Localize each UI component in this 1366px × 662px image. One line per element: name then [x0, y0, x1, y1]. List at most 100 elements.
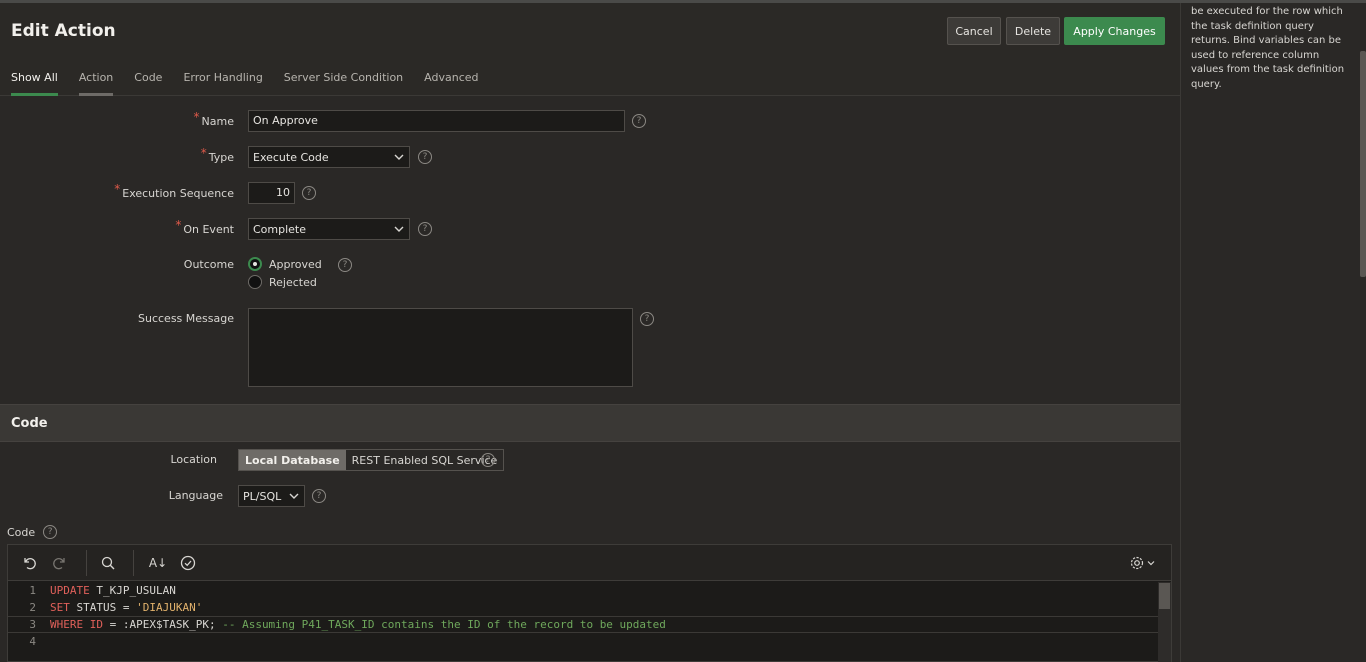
- tab-label: Server Side Condition: [283, 71, 404, 84]
- page-title: Edit Action: [11, 21, 116, 41]
- tab-server-side-condition[interactable]: Server Side Condition: [284, 71, 403, 96]
- radio-button[interactable]: [248, 275, 262, 289]
- on-event-label-text: On Event: [183, 223, 234, 236]
- outcome-label: Outcome: [183, 258, 234, 271]
- tab-action[interactable]: Action: [78, 71, 114, 96]
- required-marker: *: [193, 110, 200, 124]
- edit-action-dialog: Edit Action Cancel Delete Apply Changes …: [0, 3, 1180, 662]
- scrollbar-thumb[interactable]: [1159, 583, 1170, 609]
- success-message-label: Success Message: [138, 312, 234, 325]
- code-editor-toolbar: A↓: [8, 545, 1171, 581]
- location-rest-enabled-option[interactable]: REST Enabled SQL Service: [345, 450, 504, 470]
- help-icon[interactable]: ?: [632, 114, 646, 128]
- location-label: Location: [170, 453, 217, 466]
- code-keyword: WHERE ID: [50, 618, 103, 631]
- on-event-select-value: Complete: [253, 222, 307, 236]
- code-editor-label: Code ?: [7, 525, 58, 539]
- outcome-approved-label: Approved: [269, 257, 322, 271]
- tab-label: Code: [134, 71, 163, 84]
- help-panel: be executed for the row which the task d…: [1180, 3, 1366, 662]
- tab-bar: Show All Action Code Error Handling Serv…: [11, 71, 500, 96]
- language-label: Language: [168, 489, 223, 502]
- code-line: 4: [8, 633, 1158, 650]
- tab-label: Action: [78, 71, 114, 84]
- tab-error-handling[interactable]: Error Handling: [183, 71, 262, 96]
- outcome-approved-option[interactable]: Approved: [248, 257, 322, 271]
- code-text: SET STATUS = 'DIAJUKAN': [44, 601, 202, 614]
- success-message-textarea[interactable]: [248, 308, 633, 387]
- search-icon[interactable]: [99, 554, 117, 572]
- language-select-value: PL/SQL: [243, 489, 282, 503]
- help-panel-scrollbar[interactable]: [1360, 51, 1366, 277]
- on-event-label: * On Event: [175, 218, 234, 236]
- code-rest: = :APEX$TASK_PK;: [102, 618, 223, 631]
- code-line-current: 3 WHERE ID = :APEX$TASK_PK; -- Assuming …: [8, 616, 1158, 633]
- type-label: * Type: [201, 146, 234, 164]
- redo-icon[interactable]: [51, 554, 69, 572]
- tab-underline: [134, 93, 162, 96]
- code-rest: STATUS =: [69, 601, 137, 614]
- code-keyword: SET: [50, 601, 70, 614]
- code-section-header: Code: [0, 404, 1180, 442]
- tab-label: Advanced: [424, 71, 479, 84]
- radio-button-checked[interactable]: [248, 257, 262, 271]
- apply-changes-button[interactable]: Apply Changes: [1064, 17, 1165, 45]
- tab-underline: [78, 93, 114, 96]
- help-icon[interactable]: ?: [418, 222, 432, 236]
- gear-icon[interactable]: [1128, 554, 1158, 572]
- chevron-down-icon: [394, 226, 404, 232]
- delete-button[interactable]: Delete: [1006, 17, 1060, 45]
- tab-label: Error Handling: [183, 71, 263, 84]
- help-icon[interactable]: ?: [302, 186, 316, 200]
- tab-underline: [183, 93, 262, 96]
- help-icon[interactable]: ?: [338, 258, 352, 272]
- toolbar-divider: [86, 550, 87, 576]
- required-marker: *: [200, 146, 207, 160]
- execution-sequence-input[interactable]: 10: [248, 182, 295, 204]
- chevron-down-icon: [289, 493, 299, 499]
- check-circle-icon[interactable]: [179, 554, 197, 572]
- code-label-text: Code: [7, 525, 36, 539]
- section-title: Code: [11, 416, 48, 431]
- code-text: WHERE ID = :APEX$TASK_PK; -- Assuming P4…: [44, 618, 666, 631]
- language-select[interactable]: PL/SQL: [238, 485, 305, 507]
- help-icon[interactable]: ?: [312, 489, 326, 503]
- toolbar-divider: [133, 550, 134, 576]
- name-input[interactable]: On Approve: [248, 110, 625, 132]
- tab-show-all[interactable]: Show All: [11, 71, 58, 96]
- help-icon[interactable]: ?: [481, 453, 495, 467]
- tab-label: Show All: [11, 71, 58, 84]
- outcome-rejected-label: Rejected: [269, 275, 317, 289]
- undo-icon[interactable]: [20, 554, 38, 572]
- tab-code[interactable]: Code: [134, 71, 162, 96]
- tab-advanced[interactable]: Advanced: [424, 71, 478, 96]
- outcome-rejected-option[interactable]: Rejected: [248, 275, 317, 289]
- tab-underline: [424, 93, 478, 96]
- location-local-database-option[interactable]: Local Database: [239, 450, 346, 470]
- help-icon[interactable]: ?: [418, 150, 432, 164]
- execution-sequence-label: * Execution Sequence: [114, 182, 234, 200]
- code-keyword: UPDATE: [50, 584, 90, 597]
- on-event-select[interactable]: Complete: [248, 218, 410, 240]
- line-number: 1: [29, 584, 36, 597]
- help-icon[interactable]: ?: [43, 525, 58, 539]
- name-label-text: Name: [201, 115, 234, 128]
- help-icon[interactable]: ?: [640, 312, 654, 326]
- required-marker: *: [114, 182, 121, 196]
- code-editor[interactable]: A↓ 1 UPDATE T_KJP_USULAN 2 SET STATUS = …: [7, 544, 1172, 662]
- execution-sequence-label-text: Execution Sequence: [122, 187, 234, 200]
- code-editor-scrollbar[interactable]: [1158, 582, 1171, 662]
- tab-underline: [11, 93, 58, 96]
- line-number: 2: [29, 601, 36, 614]
- type-select[interactable]: Execute Code: [248, 146, 410, 168]
- code-line: 1 UPDATE T_KJP_USULAN: [8, 582, 1158, 599]
- cancel-button[interactable]: Cancel: [947, 17, 1001, 45]
- code-text: UPDATE T_KJP_USULAN: [44, 584, 176, 597]
- chevron-down-icon: [394, 154, 404, 160]
- code-line: 2 SET STATUS = 'DIAJUKAN': [8, 599, 1158, 616]
- tab-underline: [284, 93, 403, 96]
- code-comment: -- Assuming P41_TASK_ID contains the ID …: [222, 618, 666, 631]
- transform-code-icon[interactable]: A↓: [147, 554, 169, 572]
- required-marker: *: [175, 218, 182, 232]
- code-content[interactable]: 1 UPDATE T_KJP_USULAN 2 SET STATUS = 'DI…: [8, 582, 1158, 662]
